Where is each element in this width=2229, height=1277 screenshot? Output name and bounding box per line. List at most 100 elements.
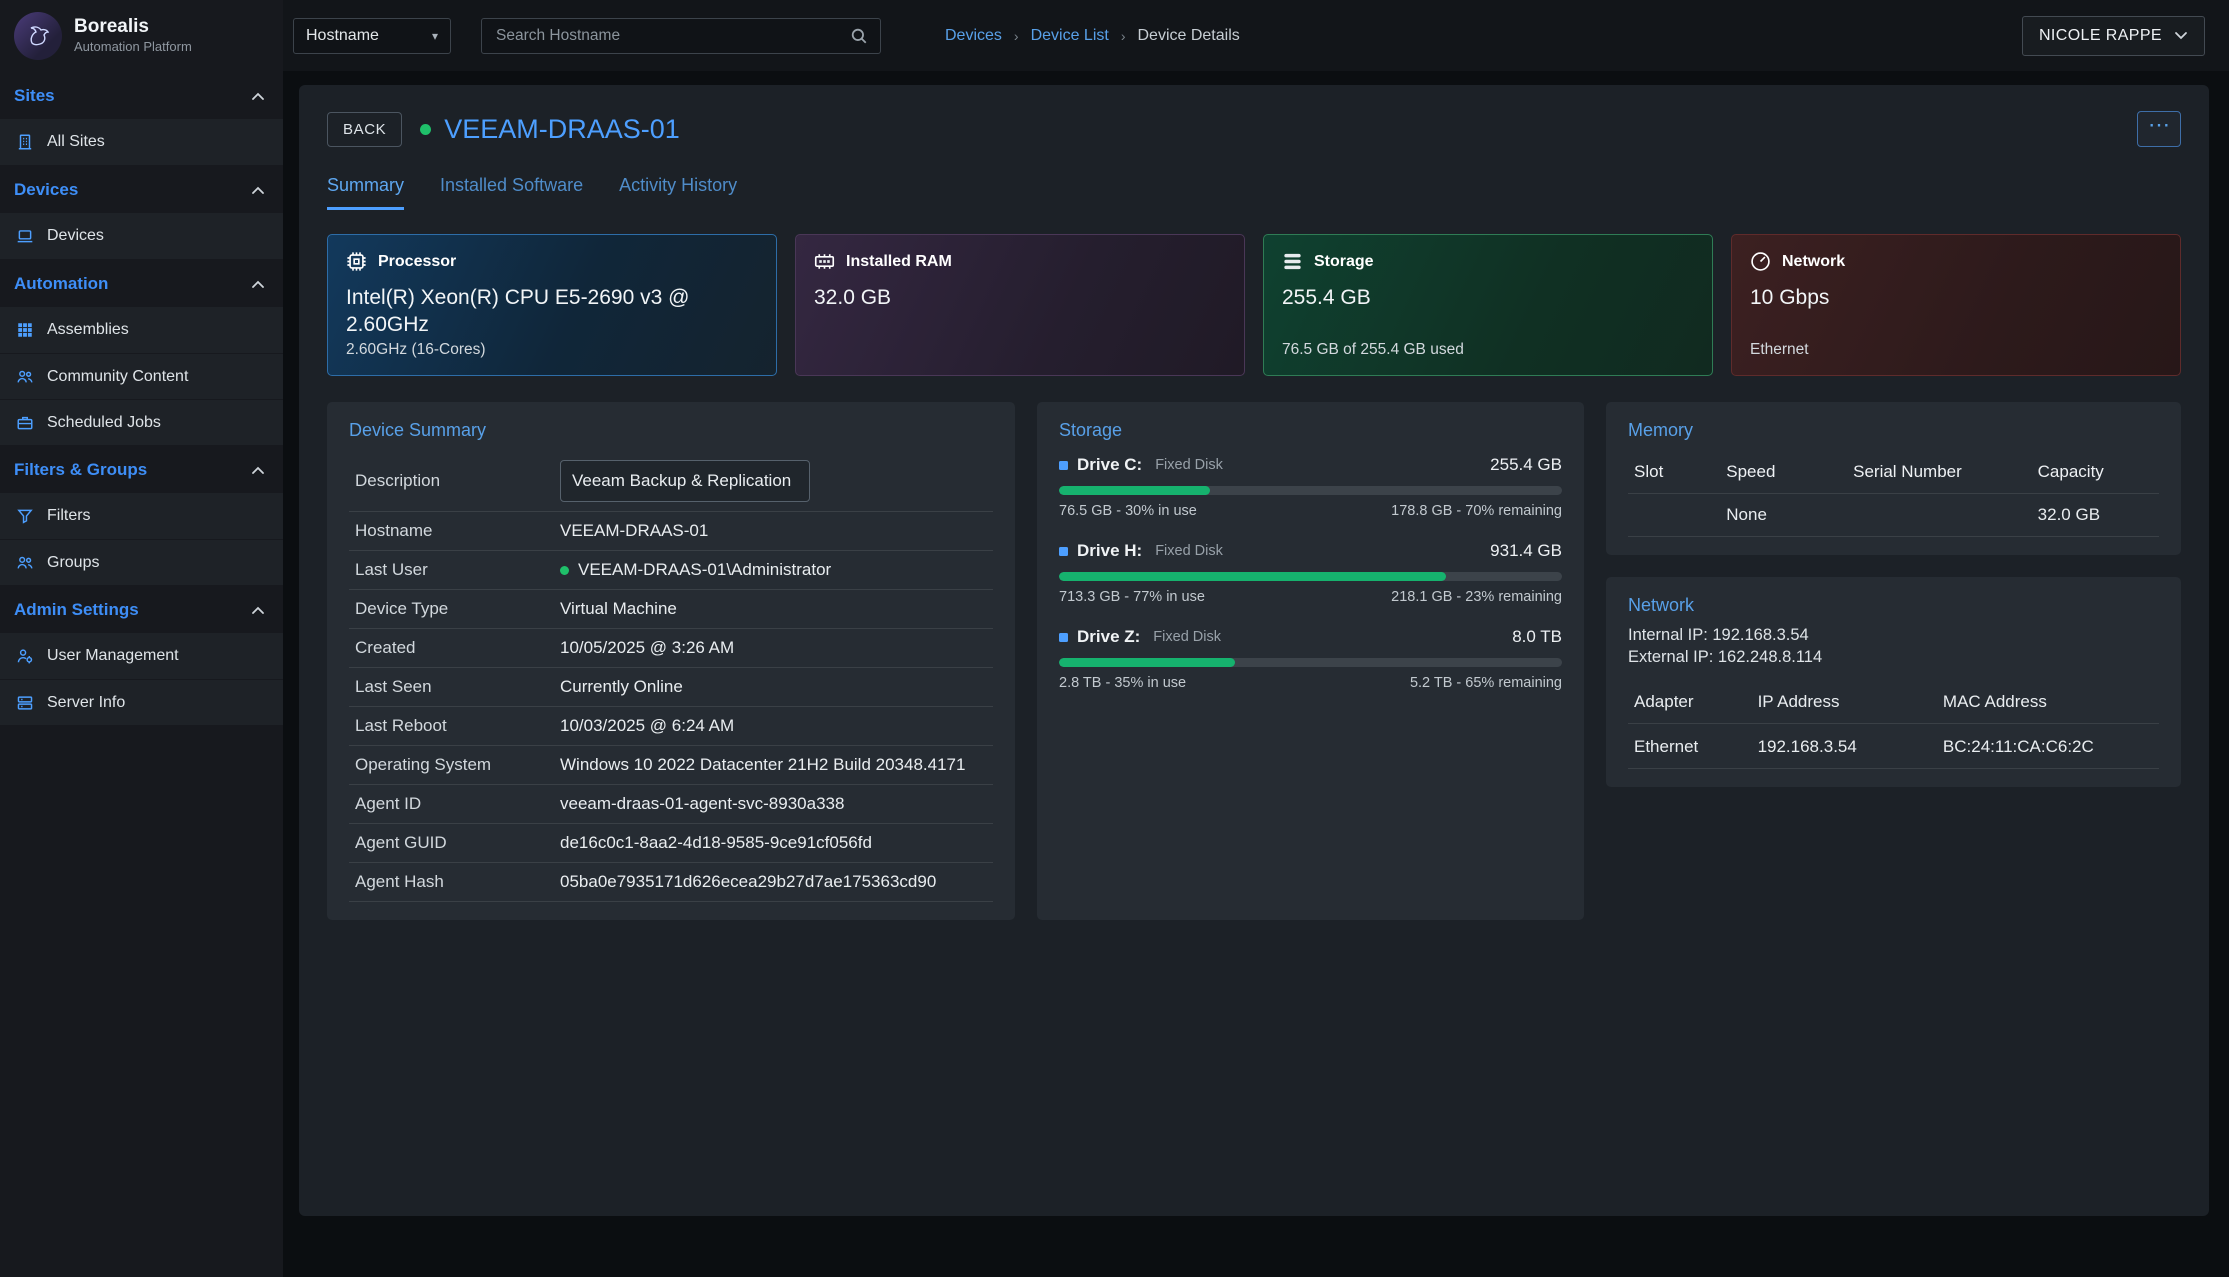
chevron-up-icon (251, 186, 265, 195)
content-area: BACK VEEAM-DRAAS-01 ⋯ Summary Installed … (283, 71, 2229, 1277)
sidebar-item-label: User Management (47, 647, 179, 665)
memory-table-header: Slot Speed Serial Number Capacity (1628, 451, 2159, 494)
back-button[interactable]: BACK (327, 112, 402, 147)
breadcrumb: Devices › Device List › Device Details (945, 27, 1240, 45)
brand-subtitle: Automation Platform (74, 39, 192, 54)
drive-bullet-icon (1059, 547, 1068, 556)
memory-slot (1634, 505, 1726, 525)
summary-row-description: Description (349, 451, 993, 512)
network-mac: BC:24:11:CA:C6:2C (1943, 737, 2153, 757)
sidebar-item-groups[interactable]: Groups (0, 539, 283, 585)
section-label: Automation (14, 274, 108, 294)
sidebar-item-community-content[interactable]: Community Content (0, 353, 283, 399)
memory-serial (1853, 505, 2038, 525)
drive-z: Drive Z: Fixed Disk 8.0 TB 2.8 TB - 35% … (1059, 627, 1562, 691)
summary-row-last-seen: Last Seen Currently Online (349, 668, 993, 707)
drive-remaining: 5.2 TB - 65% remaining (1410, 675, 1562, 691)
online-status-dot (560, 566, 569, 575)
filter-icon (16, 507, 34, 525)
network-title: Network (1628, 595, 2159, 616)
tab-installed-software[interactable]: Installed Software (440, 175, 583, 210)
search-input[interactable] (494, 26, 850, 46)
section-label: Filters & Groups (14, 460, 147, 480)
sidebar-section-filters-groups[interactable]: Filters & Groups (0, 445, 283, 493)
drive-used: 76.5 GB - 30% in use (1059, 503, 1197, 519)
briefcase-icon (16, 414, 34, 432)
chevron-up-icon (251, 280, 265, 289)
ram-value: 32.0 GB (814, 284, 1226, 311)
server-icon (16, 694, 34, 712)
laptop-icon (16, 227, 34, 245)
hostname-filter-select[interactable]: Hostname ▾ (293, 18, 451, 54)
memory-panel: Memory Slot Speed Serial Number Capacity… (1606, 402, 2181, 555)
grid-icon (16, 321, 34, 339)
chevron-down-icon (2174, 31, 2188, 40)
installed-ram-card: Installed RAM 32.0 GB (795, 234, 1245, 376)
network-ip: 192.168.3.54 (1758, 737, 1943, 757)
card-title: Installed RAM (846, 253, 952, 271)
section-label: Sites (14, 86, 55, 106)
drive-bullet-icon (1059, 633, 1068, 642)
card-title: Storage (1314, 253, 1374, 271)
sidebar-item-server-info[interactable]: Server Info (0, 679, 283, 725)
sidebar-item-label: Assemblies (47, 321, 129, 339)
network-footer: Ethernet (1750, 341, 2162, 359)
stat-cards: Processor Intel(R) Xeon(R) CPU E5-2690 v… (327, 234, 2181, 376)
sidebar-section-admin-settings[interactable]: Admin Settings (0, 585, 283, 633)
description-input[interactable] (560, 460, 810, 502)
breadcrumb-devices[interactable]: Devices (945, 27, 1002, 45)
sidebar-item-devices[interactable]: Devices (0, 213, 283, 259)
user-menu-button[interactable]: NICOLE RAPPE (2022, 16, 2205, 56)
drive-h: Drive H: Fixed Disk 931.4 GB 713.3 GB - … (1059, 541, 1562, 605)
drive-used: 2.8 TB - 35% in use (1059, 675, 1186, 691)
sidebar-item-filters[interactable]: Filters (0, 493, 283, 539)
drive-bullet-icon (1059, 461, 1068, 470)
device-details-panel: BACK VEEAM-DRAAS-01 ⋯ Summary Installed … (299, 85, 2209, 1216)
internal-ip: Internal IP: 192.168.3.54 (1628, 626, 2159, 645)
drive-usage-bar (1059, 658, 1562, 667)
chevron-down-icon: ▾ (432, 29, 438, 43)
drive-usage-bar (1059, 486, 1562, 495)
sidebar-item-all-sites[interactable]: All Sites (0, 119, 283, 165)
sidebar-section-sites[interactable]: Sites (0, 71, 283, 119)
memory-title: Memory (1628, 420, 2159, 441)
sidebar-section-devices[interactable]: Devices (0, 165, 283, 213)
users-icon (16, 554, 34, 572)
summary-row-agent-id: Agent ID veeam-draas-01-agent-svc-8930a3… (349, 785, 993, 824)
page-title: VEEAM-DRAAS-01 (444, 114, 680, 145)
summary-row-hostname: Hostname VEEAM-DRAAS-01 (349, 512, 993, 551)
summary-row-agent-hash: Agent Hash 05ba0e7935171d626ecea29b27d7a… (349, 863, 993, 902)
sidebar-item-label: Groups (47, 554, 99, 572)
sidebar: Borealis Automation Platform Sites All S… (0, 0, 283, 1277)
drive-remaining: 218.1 GB - 23% remaining (1391, 589, 1562, 605)
drive-c: Drive C: Fixed Disk 255.4 GB 76.5 GB - 3… (1059, 455, 1562, 519)
search-icon[interactable] (850, 27, 868, 45)
ram-icon (814, 251, 835, 272)
processor-footer: 2.60GHz (16-Cores) (346, 341, 758, 359)
summary-row-last-reboot: Last Reboot 10/03/2025 @ 6:24 AM (349, 707, 993, 746)
cpu-icon (346, 251, 367, 272)
sidebar-item-assemblies[interactable]: Assemblies (0, 307, 283, 353)
memory-capacity: 32.0 GB (2038, 505, 2153, 525)
tab-summary[interactable]: Summary (327, 175, 404, 210)
sidebar-item-scheduled-jobs[interactable]: Scheduled Jobs (0, 399, 283, 445)
hostname-filter-value: Hostname (306, 27, 379, 45)
processor-card: Processor Intel(R) Xeon(R) CPU E5-2690 v… (327, 234, 777, 376)
sidebar-item-user-management[interactable]: User Management (0, 633, 283, 679)
tab-activity-history[interactable]: Activity History (619, 175, 737, 210)
drive-used: 713.3 GB - 77% in use (1059, 589, 1205, 605)
card-title: Processor (378, 253, 456, 271)
chevron-up-icon (251, 466, 265, 475)
summary-row-device-type: Device Type Virtual Machine (349, 590, 993, 629)
summary-row-operating-system: Operating System Windows 10 2022 Datacen… (349, 746, 993, 785)
breadcrumb-device-list[interactable]: Device List (1031, 27, 1109, 45)
sidebar-item-label: Filters (47, 507, 91, 525)
sidebar-section-automation[interactable]: Automation (0, 259, 283, 307)
network-panel: Network Internal IP: 192.168.3.54 Extern… (1606, 577, 2181, 787)
more-options-button[interactable]: ⋯ (2137, 111, 2181, 147)
breadcrumb-separator: › (1121, 28, 1126, 44)
processor-value: Intel(R) Xeon(R) CPU E5-2690 v3 @ 2.60GH… (346, 284, 758, 339)
device-summary-title: Device Summary (349, 420, 993, 441)
sidebar-item-label: Community Content (47, 368, 188, 386)
network-icon (1750, 251, 1771, 272)
